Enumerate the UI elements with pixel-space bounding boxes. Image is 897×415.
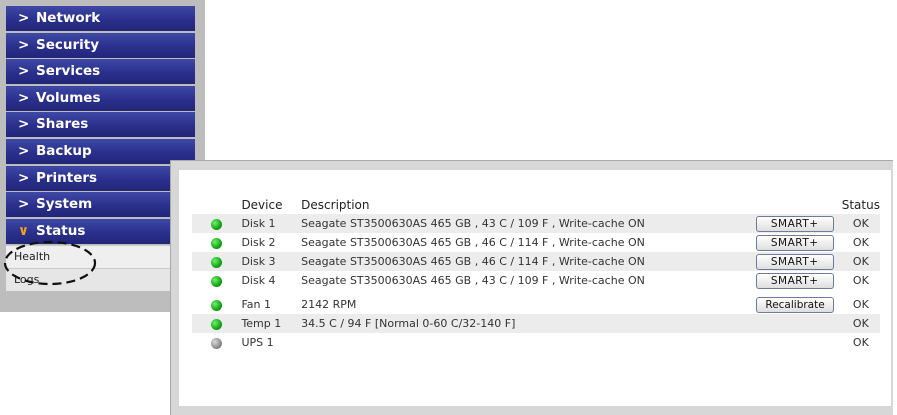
- table-row: Fan 1 2142 RPM Recalibrate OK: [192, 295, 880, 314]
- device-name: UPS 1: [241, 336, 274, 349]
- device-name: Disk 4: [241, 274, 276, 287]
- device-description: [301, 333, 714, 352]
- status-led-icon: [211, 275, 223, 287]
- smart-button[interactable]: SMART+: [755, 215, 834, 232]
- smart-button[interactable]: SMART+: [755, 272, 834, 289]
- sidebar-item-label: Security: [36, 36, 100, 53]
- table-row: Disk 3 Seagate ST3500630AS 465 GB , 46 C…: [192, 252, 880, 271]
- sidebar-item-printers[interactable]: > Printers: [6, 165, 195, 191]
- sidebar-subitem-logs[interactable]: Logs: [6, 268, 195, 292]
- device-name: Temp 1: [241, 314, 302, 333]
- table-header-row: Device Description Status: [192, 196, 880, 214]
- device-status: OK: [852, 336, 869, 349]
- sidebar-item-network[interactable]: > Network: [6, 6, 195, 31]
- smart-button[interactable]: SMART+: [755, 253, 834, 270]
- header-description: Description: [301, 198, 370, 212]
- sidebar-item-volumes[interactable]: > Volumes: [6, 85, 195, 111]
- chevron-down-icon: ∨: [18, 222, 29, 239]
- table-row: Disk 1 Seagate ST3500630AS 465 GB , 43 C…: [192, 214, 880, 233]
- sidebar-item-security[interactable]: > Security: [6, 32, 195, 58]
- status-led-icon: [211, 299, 223, 311]
- sidebar-item-label: Printers: [36, 169, 98, 186]
- status-led-icon: [211, 237, 223, 249]
- device-description: Seagate ST3500630AS 465 GB , 46 C / 114 …: [301, 252, 715, 271]
- chevron-right-icon: >: [18, 142, 30, 159]
- chevron-right-icon: >: [18, 10, 30, 26]
- chevron-right-icon: >: [18, 196, 30, 213]
- device-description: 2142 RPM: [301, 298, 357, 311]
- sidebar-item-status[interactable]: ∨ Status: [6, 218, 195, 244]
- health-panel: Device Description Status Disk 1 Seagate…: [170, 160, 893, 415]
- table-row: Disk 2 Seagate ST3500630AS 465 GB , 46 C…: [192, 233, 880, 252]
- recalibrate-button[interactable]: Recalibrate: [756, 296, 834, 313]
- table-row: UPS 1 OK: [192, 333, 880, 352]
- chevron-right-icon: >: [18, 116, 30, 133]
- chevron-right-icon: >: [18, 89, 30, 106]
- sidebar-item-label: Shares: [36, 116, 89, 133]
- table-row: Temp 1 34.5 C / 94 F [Normal 0-60 C/32-1…: [192, 314, 880, 333]
- status-led-icon: [211, 256, 223, 268]
- sidebar-item-label: Volumes: [36, 89, 101, 106]
- device-description: Seagate ST3500630AS 465 GB , 46 C / 114 …: [301, 236, 645, 249]
- health-panel-body: Device Description Status Disk 1 Seagate…: [179, 170, 891, 406]
- chevron-right-icon: >: [18, 36, 30, 53]
- device-status: OK: [841, 252, 880, 271]
- sidebar-menu: > Network > Security > Services > Volumes > S…: [6, 6, 195, 292]
- health-table: Device Description Status Disk 1 Seagate…: [192, 196, 880, 352]
- status-led-icon: [211, 218, 223, 230]
- device-description: Seagate ST3500630AS 465 GB , 43 C / 109 …: [301, 214, 715, 233]
- device-status: OK: [852, 236, 869, 249]
- device-description: 34.5 C / 94 F [Normal 0-60 C/32-140 F]: [301, 314, 715, 333]
- smart-button[interactable]: SMART+: [755, 234, 834, 251]
- device-name: Disk 3: [241, 252, 302, 271]
- device-name: Disk 2: [241, 236, 276, 249]
- device-status: OK: [841, 314, 880, 333]
- device-status: OK: [852, 298, 869, 311]
- status-led-icon: [211, 337, 223, 349]
- sidebar-item-label: System: [36, 196, 93, 213]
- sidebar-item-shares[interactable]: > Shares: [6, 112, 195, 138]
- device-name: Disk 1: [241, 214, 302, 233]
- status-led-icon: [211, 318, 223, 330]
- chevron-right-icon: >: [18, 63, 30, 80]
- device-description: Seagate ST3500630AS 465 GB , 43 C / 109 …: [301, 274, 645, 287]
- sidebar-item-system[interactable]: > System: [6, 192, 195, 218]
- table-row: Disk 4 Seagate ST3500630AS 465 GB , 43 C…: [192, 271, 880, 290]
- header-device: Device: [241, 198, 283, 212]
- sidebar-item-label: Network: [36, 10, 101, 26]
- sidebar-item-label: Services: [36, 63, 101, 80]
- sidebar-item-backup[interactable]: > Backup: [6, 138, 195, 164]
- device-status: OK: [841, 214, 880, 233]
- header-status: Status: [841, 198, 880, 212]
- sidebar-subitem-health[interactable]: Health: [6, 245, 195, 269]
- device-name: Fan 1: [241, 298, 271, 311]
- device-status: OK: [852, 274, 869, 287]
- chevron-right-icon: >: [18, 169, 30, 186]
- sidebar-item-label: Status: [36, 222, 86, 239]
- sidebar-item-services[interactable]: > Services: [6, 59, 195, 85]
- sidebar-item-label: Backup: [36, 142, 92, 159]
